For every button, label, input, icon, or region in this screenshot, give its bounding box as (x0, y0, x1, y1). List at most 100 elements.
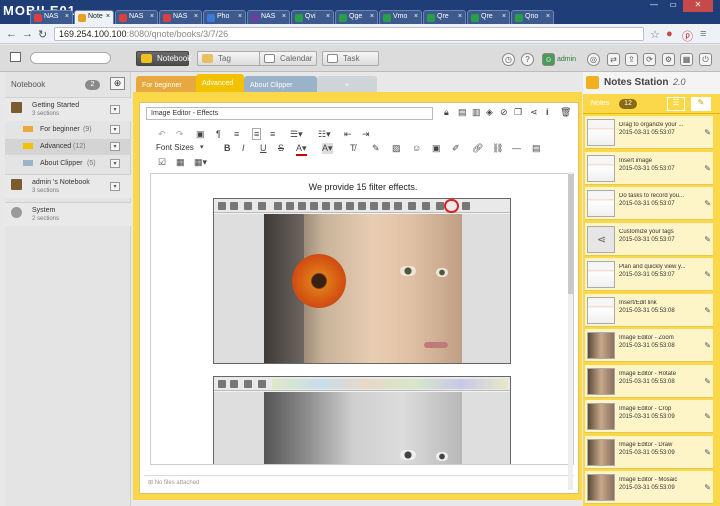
tab-close-icon[interactable]: × (370, 13, 374, 20)
unlink-icon[interactable]: ⛓︎ (492, 143, 503, 154)
browser-tab[interactable]: Qvi × (291, 10, 334, 24)
checklist-icon[interactable]: ☑ (158, 157, 166, 168)
insert-media-icon[interactable]: ▣ (432, 143, 441, 154)
sidebar-toggle-icon[interactable] (10, 52, 21, 62)
globe-icon[interactable]: ◎ (587, 53, 600, 66)
import-icon[interactable]: ⇪ (625, 53, 638, 66)
calendar-insert-icon[interactable]: ▦ (176, 157, 185, 168)
extension-icon[interactable]: ● (666, 28, 673, 40)
undo-icon[interactable]: ↶ (158, 129, 166, 140)
note-list-item[interactable]: Image Editor - Crop 2015-03-31 05:53:09 ✎ (585, 400, 713, 433)
notebook-getting-started[interactable]: Getting Started 3 sections ▾ (5, 97, 131, 121)
edit-note-icon[interactable]: ✎ (704, 199, 711, 208)
italic-icon[interactable]: I (242, 143, 245, 153)
sort-list-icon[interactable]: ☰ (667, 97, 685, 111)
tab-close-icon[interactable]: × (326, 13, 330, 20)
notebook-admin[interactable]: admin 's Notebook 3 sections ▾ (5, 174, 131, 198)
close-window-button[interactable]: ✕ (683, 0, 713, 12)
insert-image-icon[interactable]: ▨ (392, 143, 401, 154)
redo-icon[interactable]: ↷ (176, 129, 184, 140)
emoji-icon[interactable]: ☺ (412, 143, 421, 153)
screenshot-image-2[interactable] (213, 376, 511, 464)
edit-note-icon[interactable]: ✎ (704, 341, 711, 350)
horizontal-rule-icon[interactable]: — (512, 143, 521, 153)
note-content[interactable]: We provide 15 filter effects. (150, 173, 574, 465)
print-toolbar-icon[interactable]: ▣ (196, 129, 205, 140)
section-advanced[interactable]: Advanced (12) ▾ (5, 139, 131, 155)
browser-tab[interactable]: Vmo × (379, 10, 422, 24)
note-list-item[interactable]: Image Editor - Mosaic 2015-03-31 05:53:09… (585, 471, 713, 504)
table-icon[interactable]: ▦▾ (194, 157, 207, 168)
link-icon[interactable]: 🔗︎ (472, 143, 483, 154)
sync-icon[interactable]: ⟳ (643, 53, 656, 66)
maximize-button[interactable]: ▭ (664, 0, 682, 12)
reload-icon[interactable]: ↻ (38, 28, 47, 41)
tab-close-icon[interactable]: × (194, 13, 198, 20)
bold-icon[interactable]: B (224, 143, 231, 153)
align-center-icon[interactable]: ≡ (252, 128, 262, 140)
browser-tab[interactable]: Pho × (203, 10, 246, 24)
url-input[interactable]: 169.254.100.100:8080/qnote/books/3/7/26 (54, 27, 644, 41)
browser-tab[interactable]: Note × (74, 10, 114, 24)
info-icon[interactable]: i (546, 107, 549, 117)
edit-note-icon[interactable]: ✎ (704, 235, 711, 244)
tab-close-icon[interactable]: × (546, 13, 550, 20)
section-menu-dropdown[interactable]: ▾ (110, 159, 120, 168)
note-title-input[interactable]: Image Editor - Effects (146, 107, 433, 120)
delete-icon[interactable]: 🗑︎ (560, 107, 571, 118)
notebook-system[interactable]: System 2 sections (5, 202, 131, 226)
browser-tab[interactable]: Qre × (423, 10, 466, 24)
tab-close-icon[interactable]: × (238, 13, 242, 20)
calendar-button[interactable]: Calendar (259, 51, 317, 66)
tag-button[interactable]: Tag (197, 51, 268, 66)
add-notebook-button[interactable]: ⊕ (110, 77, 125, 90)
browser-tab[interactable]: NAS × (115, 10, 158, 24)
task-button[interactable]: Task (322, 51, 379, 66)
notebook-button[interactable]: Notebook (136, 51, 191, 66)
note-list-item[interactable]: Plan and quickly view y... 2015-03-31 05:… (585, 258, 713, 291)
section-menu-dropdown[interactable]: ▾ (110, 142, 120, 151)
align-left-icon[interactable]: ≡ (234, 129, 239, 139)
editor-scrollbar[interactable] (568, 172, 573, 490)
note-list-item[interactable]: Image Editor - Draw 2015-03-31 05:53:09 ✎ (585, 435, 713, 469)
help-icon[interactable]: ? (521, 53, 534, 66)
highlight-icon[interactable]: A▾ (322, 143, 333, 154)
back-icon[interactable]: ← (6, 28, 17, 40)
new-note-icon[interactable]: ✎ (691, 97, 711, 111)
app-launcher-icon[interactable]: ▦ (680, 53, 693, 66)
edit-note-icon[interactable]: ✎ (704, 306, 711, 315)
draw-icon[interactable]: ✐ (452, 143, 460, 154)
tag-note-icon[interactable]: ◈ (486, 107, 493, 118)
browser-tab[interactable]: Qre × (467, 10, 510, 24)
note-list-item[interactable]: Image Editor - Rotate 2015-03-31 05:53:08… (585, 364, 713, 398)
notebook-menu-dropdown[interactable]: ▾ (110, 182, 120, 191)
scrollbar-thumb[interactable] (568, 174, 573, 294)
font-sizes-dropdown[interactable]: Font Sizes (156, 143, 194, 152)
tab-advanced[interactable]: Advanced (196, 74, 244, 94)
tab-close-icon[interactable]: × (458, 13, 462, 20)
tab-close-icon[interactable]: × (65, 13, 69, 20)
attach-icon[interactable]: ⊘ (500, 107, 508, 118)
browser-tab[interactable]: Qno × (511, 10, 554, 24)
export-icon[interactable]: ▥ (472, 107, 481, 118)
tab-close-icon[interactable]: × (414, 13, 418, 20)
align-right-icon[interactable]: ≡ (270, 129, 275, 139)
section-for-beginner[interactable]: For beginner (9) ▾ (5, 122, 131, 138)
minimize-button[interactable]: — (645, 0, 663, 12)
menu-icon[interactable]: ≡ (700, 28, 706, 40)
lock-icon[interactable]: 🔒︎ (444, 107, 449, 118)
bookmark-star-icon[interactable]: ☆ (650, 28, 660, 41)
tab-close-icon[interactable]: × (106, 13, 110, 20)
forward-icon[interactable]: → (22, 28, 33, 40)
tab-close-icon[interactable]: × (502, 13, 506, 20)
screenshot-image-1[interactable] (213, 198, 511, 364)
bullet-list-icon[interactable]: ☰▾ (290, 129, 303, 140)
edit-image-icon[interactable]: ✎ (372, 143, 380, 154)
font-sizes-chevron-icon[interactable]: ▾ (200, 143, 204, 151)
clock-icon[interactable]: ◷ (502, 53, 515, 66)
browser-tab[interactable]: NAS × (30, 10, 73, 24)
text-color-icon[interactable]: A▾ (296, 143, 307, 156)
pinterest-icon[interactable]: ⓟ (682, 28, 693, 44)
edit-note-icon[interactable]: ✎ (704, 412, 711, 421)
note-list-item[interactable]: Image Editor - Zoom 2015-03-31 05:53:08 ✎ (585, 329, 713, 362)
